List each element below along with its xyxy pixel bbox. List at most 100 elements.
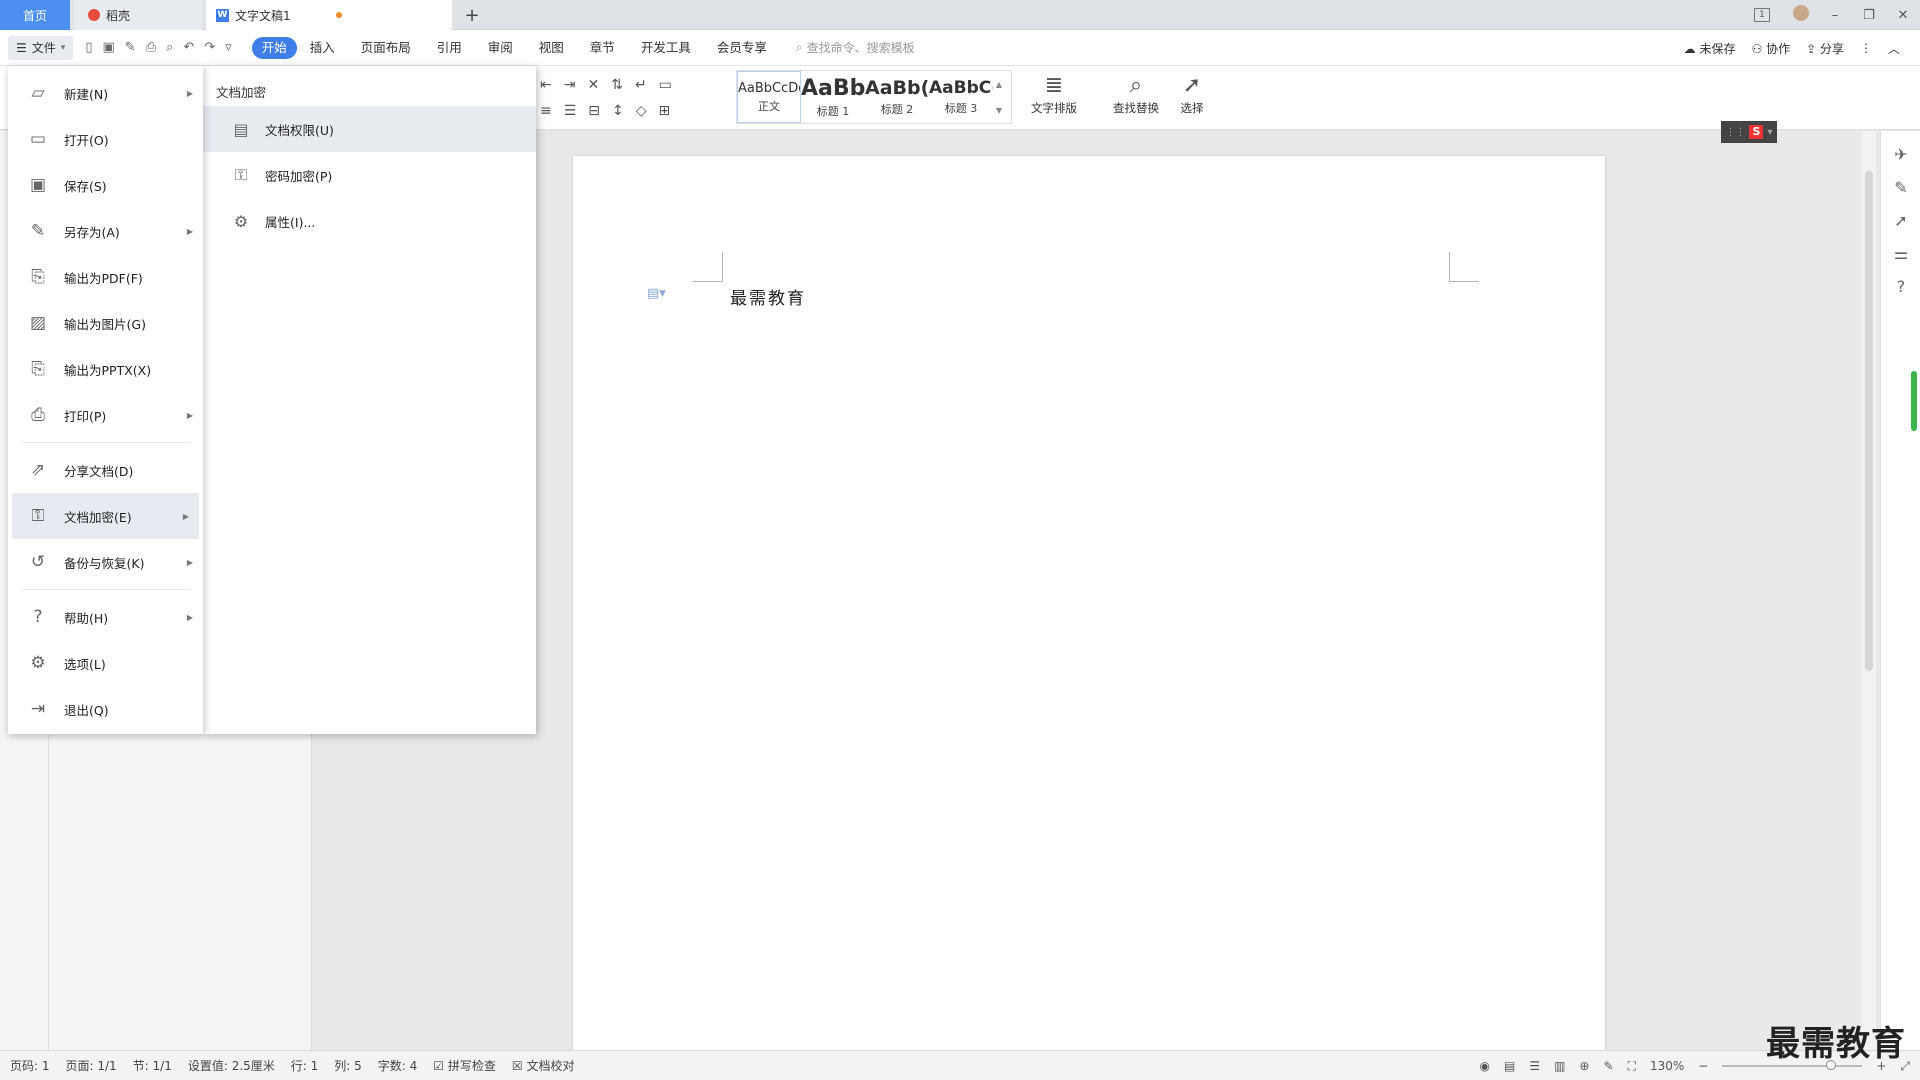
close-window-button[interactable]: ✕ [1886, 8, 1920, 23]
tab-review[interactable]: 审阅 [475, 30, 526, 66]
unsaved-button[interactable]: ☁ 未保存 [1684, 40, 1736, 57]
zoom-level[interactable]: 130% [1650, 1059, 1684, 1073]
status-pages[interactable]: 页面: 1/1 [66, 1057, 117, 1074]
justify-icon[interactable]: ☰ [564, 103, 577, 119]
file-menu-item-options[interactable]: ⚙ 选项(L) [8, 640, 203, 686]
tab-daoke[interactable]: 稻壳 [74, 0, 202, 30]
tab-developer[interactable]: 开发工具 [628, 30, 704, 66]
web-view-icon[interactable]: ⊕ [1579, 1059, 1589, 1073]
status-words[interactable]: 字数: 4 [378, 1057, 418, 1074]
page-view-icon[interactable]: ▤ [1504, 1059, 1515, 1073]
align-right-icon[interactable]: ≡ [540, 103, 552, 119]
select-button[interactable]: ➚ 选择 [1162, 72, 1222, 116]
zoom-slider[interactable] [1722, 1060, 1863, 1070]
redo-icon[interactable]: ↷ [204, 40, 215, 55]
rocket-icon[interactable]: ✈ [1881, 145, 1920, 164]
tab-document[interactable]: W 文字文稿1 [206, 0, 452, 30]
status-col[interactable]: 列: 5 [334, 1057, 362, 1074]
document-text[interactable]: 最需教育 [730, 284, 806, 309]
file-menu-item-print[interactable]: ⎙ 打印(P) ▶ [8, 392, 203, 438]
file-menu-item-help[interactable]: ? 帮助(H) ▶ [8, 594, 203, 640]
help-circle-icon[interactable]: ? [1881, 277, 1920, 296]
sliders-icon[interactable]: ⚌ [1881, 244, 1920, 263]
file-menu-item-encrypt[interactable]: ⚿ 文档加密(E) ▶ [12, 493, 199, 539]
more-icon[interactable]: ⋮ [1860, 41, 1872, 55]
tab-insert[interactable]: 插入 [297, 30, 348, 66]
tab-references[interactable]: 引用 [424, 30, 475, 66]
sort-icon[interactable]: ⇅ [611, 77, 623, 93]
page-indicator-icon[interactable]: 1 [1754, 8, 1770, 22]
scrollbar-thumb[interactable] [1865, 171, 1873, 671]
status-row[interactable]: 行: 1 [291, 1057, 319, 1074]
find-replace-button[interactable]: ⌕ 查找替换 [1106, 72, 1166, 116]
shading-icon[interactable]: ◇ [636, 103, 647, 119]
distribute-icon[interactable]: ⊟ [588, 103, 600, 119]
customize-icon[interactable]: ▿ [225, 40, 232, 55]
border-icon[interactable]: ⊞ [659, 103, 671, 119]
ruler-icon[interactable]: ▭ [659, 77, 672, 93]
style-normal[interactable]: AaBbCcDd 正文 [737, 71, 801, 123]
file-menu-item-exit[interactable]: ⇥ 退出(Q) [8, 686, 203, 732]
save-icon[interactable]: ▣ [102, 40, 114, 55]
increase-indent-icon[interactable]: ⇥ [564, 77, 576, 93]
file-menu-item-share[interactable]: ⇗ 分享文档(D) [8, 447, 203, 493]
submenu-item-properties[interactable]: ⚙ 属性(I)... [203, 198, 536, 244]
avatar[interactable] [1784, 5, 1818, 25]
file-menu-item-backup[interactable]: ↺ 备份与恢复(K) ▶ [8, 539, 203, 585]
ime-toolbar[interactable]: ⋮⋮ S ▾ [1721, 121, 1777, 143]
show-marks-icon[interactable]: ↵ [635, 77, 647, 93]
eye-protect-icon[interactable]: ◉ [1479, 1059, 1489, 1073]
collab-button[interactable]: ⚇ 协作 [1751, 40, 1790, 57]
pointer-icon[interactable]: ➚ [1881, 211, 1920, 230]
submenu-item-password[interactable]: ⚿ 密码加密(P) [203, 152, 536, 198]
tab-member[interactable]: 会员专享 [704, 30, 780, 66]
spell-check-button[interactable]: ☑ 拼写检查 [433, 1057, 496, 1074]
paragraph-marker-icon[interactable]: ▤▾ [647, 286, 666, 301]
zoom-out-icon[interactable]: − [1698, 1059, 1708, 1073]
file-menu-button[interactable]: ☰ 文件 ▾ [8, 35, 74, 60]
submenu-item-permission[interactable]: ▤ 文档权限(U) [203, 106, 536, 152]
pen-icon[interactable]: ✎ [1881, 178, 1920, 197]
format-painter-icon[interactable]: ✎ [125, 40, 136, 55]
file-menu-item-new[interactable]: ▱ 新建(N) ▶ [8, 70, 203, 116]
file-menu-item-export-pdf[interactable]: ⎘ 输出为PDF(F) [8, 254, 203, 300]
tab-chapter[interactable]: 章节 [577, 30, 628, 66]
line-spacing-icon[interactable]: ↕ [612, 103, 624, 119]
decrease-indent-icon[interactable]: ⇤ [540, 77, 552, 93]
file-menu-item-save-as[interactable]: ✎ 另存为(A) ▶ [8, 208, 203, 254]
vertical-scrollbar[interactable] [1862, 131, 1876, 1050]
undo-icon[interactable]: ↶ [183, 40, 194, 55]
share-button[interactable]: ⇪ 分享 [1806, 40, 1844, 57]
tab-view[interactable]: 视图 [526, 30, 577, 66]
tab-page-layout[interactable]: 页面布局 [348, 30, 424, 66]
style-heading-2[interactable]: AaBb( 标题 2 [865, 71, 929, 123]
write-mode-icon[interactable]: ✎ [1603, 1059, 1613, 1073]
outline-view-icon[interactable]: ☰ [1529, 1059, 1540, 1073]
restore-button[interactable]: ❐ [1852, 8, 1886, 23]
fit-page-icon[interactable]: ⛶ [1628, 1059, 1636, 1074]
collapse-ribbon-icon[interactable]: ︿ [1888, 40, 1900, 57]
command-search[interactable]: ⌕ 查找命令、搜索模板 [796, 39, 915, 56]
file-menu-item-open[interactable]: ▭ 打开(O) [8, 116, 203, 162]
status-page-no[interactable]: 页码: 1 [10, 1057, 50, 1074]
tab-home[interactable]: 首页 [0, 0, 70, 30]
document-page[interactable]: ▤▾ 最需教育 [573, 156, 1605, 1056]
print-icon[interactable]: ⎙ [146, 40, 156, 55]
file-menu-item-save[interactable]: ▣ 保存(S) [8, 162, 203, 208]
file-menu-item-export-pptx[interactable]: ⎘ 输出为PPTX(X) [8, 346, 203, 392]
style-heading-1[interactable]: AaBb 标题 1 [801, 71, 865, 123]
print-preview-icon[interactable]: ⌕ [166, 40, 173, 55]
style-heading-3[interactable]: AaBbC( 标题 3 [929, 71, 993, 123]
status-section[interactable]: 节: 1/1 [133, 1057, 172, 1074]
new-tab-button[interactable]: + [458, 0, 486, 30]
tab-start[interactable]: 开始 [251, 36, 297, 59]
status-setting[interactable]: 设置值: 2.5厘米 [188, 1057, 275, 1074]
text-layout-button[interactable]: ≣ 文字排版 [1024, 72, 1084, 116]
new-icon[interactable]: ▯ [85, 40, 92, 55]
style-gallery-scroll[interactable]: ▲ ▼ [993, 71, 1005, 123]
doc-proof-button[interactable]: ☒ 文档校对 [512, 1057, 575, 1074]
chinese-layout-icon[interactable]: ✕ [587, 77, 599, 93]
minimize-button[interactable]: – [1818, 8, 1852, 23]
file-menu-item-export-image[interactable]: ▨ 输出为图片(G) [8, 300, 203, 346]
read-view-icon[interactable]: ▥ [1554, 1059, 1565, 1073]
